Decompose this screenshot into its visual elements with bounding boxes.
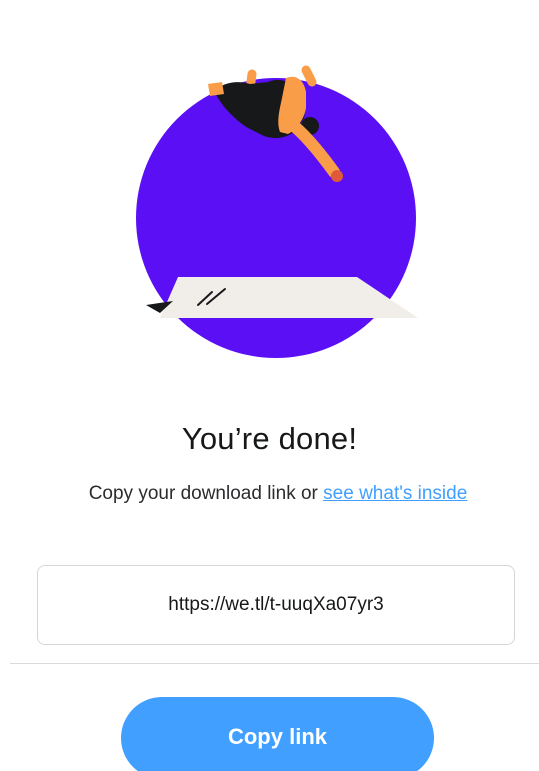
- person-jumping-illustration: [136, 65, 418, 358]
- divider: [10, 663, 539, 664]
- transfer-complete-panel: You’re done! Copy your download link or …: [0, 0, 539, 771]
- download-link-field[interactable]: https://we.tl/t-uuqXa07yr3: [37, 565, 515, 645]
- see-whats-inside-link[interactable]: see what's inside: [323, 483, 467, 504]
- page-title: You’re done!: [181, 421, 358, 456]
- download-link-value: https://we.tl/t-uuqXa07yr3: [168, 594, 384, 615]
- description-label: Copy your download link or: [88, 483, 324, 504]
- description-text: Copy your download link or see what's in…: [28, 480, 528, 508]
- copy-link-button[interactable]: Copy link: [121, 697, 434, 771]
